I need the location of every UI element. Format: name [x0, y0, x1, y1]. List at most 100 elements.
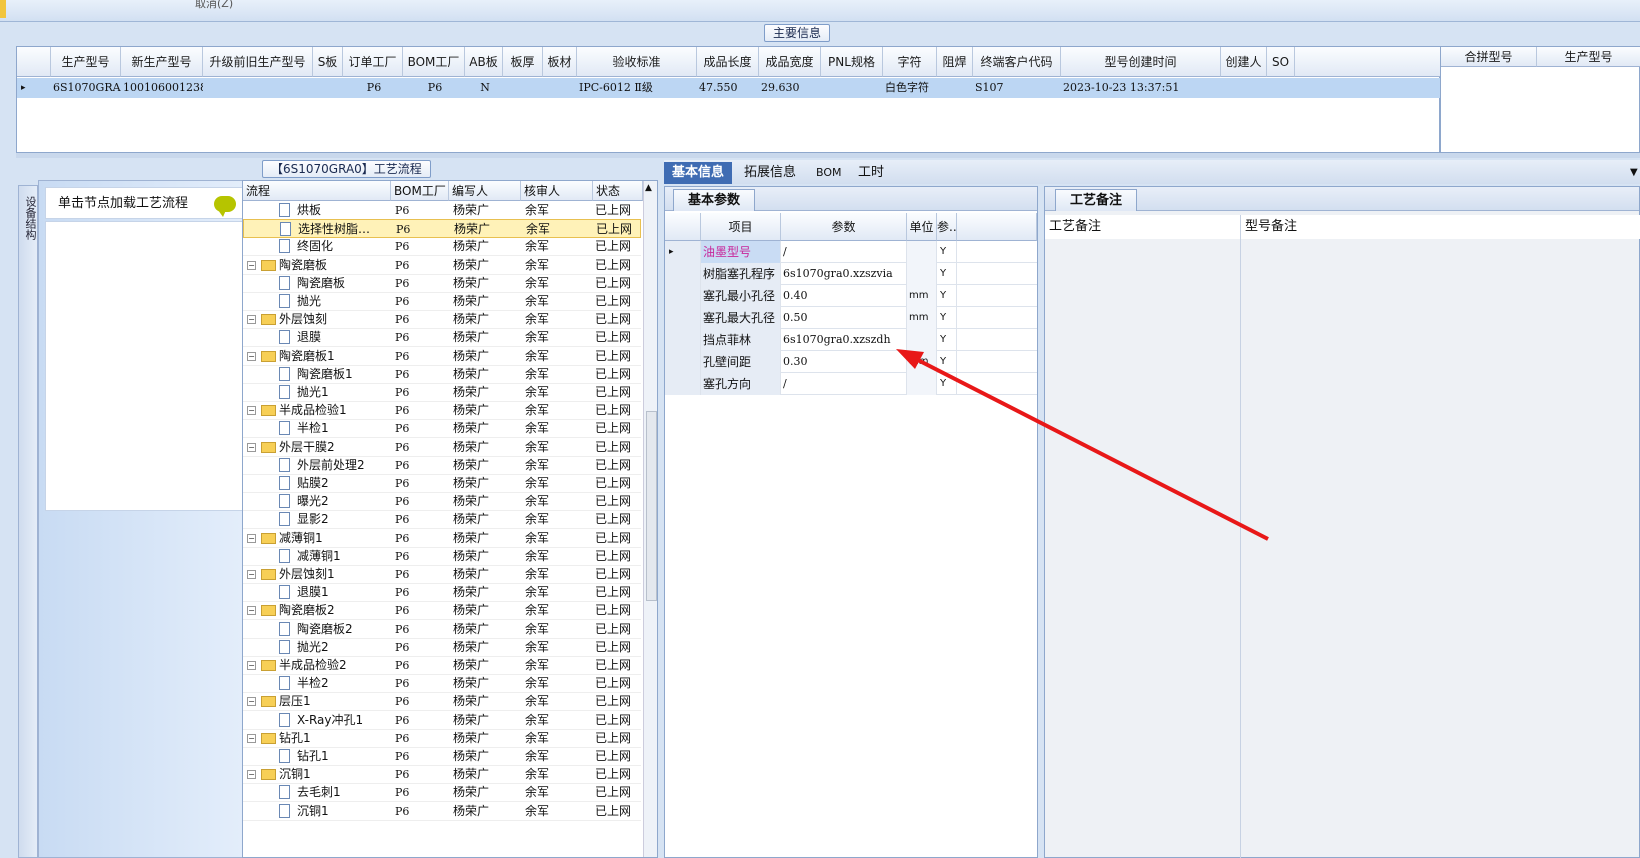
tree-node-name[interactable]: 选择性树脂… [298, 220, 392, 239]
tree-row[interactable]: 半检2 P6 杨荣广 余军 已上网 [243, 674, 641, 694]
col-header-7[interactable]: 板厚 [503, 47, 543, 77]
tree-row[interactable]: 钻孔1 P6 杨荣广 余军 已上网 [243, 747, 641, 766]
col-header-18[interactable]: SO [1267, 47, 1295, 77]
tree-scrollbar[interactable] [643, 181, 657, 857]
tree-node-name[interactable]: 抛光1 [297, 383, 391, 402]
collapse-icon[interactable]: − [247, 770, 256, 780]
param-value[interactable]: 0.30 [781, 351, 907, 373]
tree-row[interactable]: − 减薄铜1 P6 杨荣广 余军 已上网 [243, 529, 641, 548]
tree-row[interactable]: 曝光2 P6 杨荣广 余军 已上网 [243, 492, 641, 512]
tree-col-header-4[interactable]: 状态 [593, 181, 643, 201]
tree-row[interactable]: − 外层蚀刻1 P6 杨荣广 余军 已上网 [243, 565, 641, 584]
collapse-icon[interactable]: − [247, 697, 256, 707]
tree-node-name[interactable]: 减薄铜1 [297, 547, 391, 566]
tree-node-name[interactable]: 终固化 [297, 237, 391, 256]
vertical-tab[interactable]: 设备结构 [18, 185, 38, 858]
tree-node-name[interactable]: 外层干膜2 [279, 438, 391, 457]
cell-5[interactable]: P6 [405, 78, 465, 98]
col-header-14[interactable]: 阻焊 [937, 47, 973, 77]
node-list[interactable] [45, 221, 245, 511]
tree-node-name[interactable]: 去毛刺1 [297, 783, 391, 802]
collapse-icon[interactable]: − [247, 260, 256, 270]
param-value[interactable]: / [781, 241, 907, 263]
tree-row[interactable]: − 外层干膜2 P6 杨荣广 余军 已上网 [243, 438, 641, 457]
tree-node-name[interactable]: 半检2 [297, 674, 391, 693]
tree-node-name[interactable]: 陶瓷磨板1 [279, 347, 391, 366]
tree-row[interactable]: 外层前处理2 P6 杨荣广 余军 已上网 [243, 456, 641, 475]
params-col-header-0[interactable]: 项目 [701, 213, 781, 241]
tree-node-name[interactable]: 钻孔1 [297, 747, 391, 766]
tree-node-name[interactable]: X-Ray冲孔1 [297, 711, 391, 730]
collapse-icon[interactable]: − [247, 606, 256, 616]
tab-process-remark[interactable]: 工艺备注 [1055, 189, 1138, 211]
tree-row[interactable]: − 沉铜1 P6 杨荣广 余军 已上网 [243, 765, 641, 785]
tree-row[interactable]: 抛光 P6 杨荣广 余军 已上网 [243, 292, 641, 311]
col-header-2[interactable]: 升级前旧生产型号 [203, 47, 313, 77]
tree-node-name[interactable]: 半检1 [297, 419, 391, 438]
tree-row[interactable]: 陶瓷磨板1 P6 杨荣广 余军 已上网 [243, 365, 641, 384]
collapse-icon[interactable]: − [247, 315, 256, 325]
tree-node-name[interactable]: 显影2 [297, 510, 391, 529]
collapse-icon[interactable]: − [247, 442, 256, 452]
cell-11[interactable]: 29.630 [761, 78, 821, 98]
col-header-9[interactable]: 验收标准 [577, 47, 697, 77]
tab-work-hours[interactable]: 工时 [850, 162, 892, 184]
tab-menu-icon[interactable]: ▼ [1622, 162, 1640, 184]
collapse-icon[interactable]: − [247, 406, 256, 416]
col-header-6[interactable]: AB板 [465, 47, 503, 77]
tree-row[interactable]: − 钻孔1 P6 杨荣广 余军 已上网 [243, 729, 641, 748]
col-header-4[interactable]: 订单工厂 [343, 47, 403, 77]
tree-node-name[interactable]: 陶瓷磨板1 [297, 365, 391, 384]
tree-node-name[interactable]: 层压1 [279, 692, 391, 711]
tree-row[interactable]: − 外层蚀刻 P6 杨荣广 余军 已上网 [243, 310, 641, 330]
tree-row[interactable]: − 陶瓷磨板 P6 杨荣广 余军 已上网 [243, 256, 641, 275]
collapse-icon[interactable]: − [247, 661, 256, 670]
node-hint[interactable]: 单击节点加载工艺流程 [45, 187, 245, 219]
production-model-header[interactable]: 生产型号 [1537, 47, 1640, 67]
cell-16[interactable]: 2023-10-23 13:37:51 [1063, 78, 1221, 98]
tree-node-name[interactable]: 陶瓷磨板2 [279, 601, 391, 620]
tree-row[interactable]: 退膜 P6 杨荣广 余军 已上网 [243, 328, 641, 348]
tree-node-name[interactable]: 抛光2 [297, 638, 391, 657]
tree-col-header-2[interactable]: 编写人 [449, 181, 521, 201]
tab-basic-info[interactable]: 基本信息 [664, 162, 733, 184]
tree-row[interactable]: 抛光2 P6 杨荣广 余军 已上网 [243, 638, 641, 657]
params-row[interactable]: 树脂塞孔程序 6s1070gra0.xzszvia Y [665, 263, 1037, 285]
model-remark-area[interactable] [1241, 239, 1640, 858]
tree-node-name[interactable]: 半成品检验2 [279, 656, 391, 675]
tree-row[interactable]: − 陶瓷磨板2 P6 杨荣广 余军 已上网 [243, 601, 641, 621]
tree-row[interactable]: 抛光1 P6 杨荣广 余军 已上网 [243, 383, 641, 402]
cell-13[interactable]: 白色字符 [885, 78, 937, 98]
tree-row[interactable]: 选择性树脂… P6 杨荣广 余军 已上网 [243, 219, 641, 239]
col-header-1[interactable]: 新生产型号 [121, 47, 203, 77]
tab-extended-info[interactable]: 拓展信息 [736, 162, 804, 184]
tree-row[interactable]: 半检1 P6 杨荣广 余军 已上网 [243, 419, 641, 439]
params-row[interactable]: ▸ 油墨型号 / Y [665, 241, 1037, 263]
tree-row[interactable]: 终固化 P6 杨荣广 余军 已上网 [243, 237, 641, 257]
col-header-17[interactable]: 创建人 [1221, 47, 1267, 77]
col-header-12[interactable]: PNL规格 [821, 47, 883, 77]
scroll-thumb[interactable] [646, 411, 657, 601]
cell-4[interactable]: P6 [345, 78, 403, 98]
collapse-icon[interactable]: − [247, 570, 256, 579]
tree-row[interactable]: X-Ray冲孔1 P6 杨荣广 余军 已上网 [243, 711, 641, 730]
param-value[interactable]: 0.40 [781, 285, 907, 307]
scroll-up-icon[interactable]: ▲ [645, 183, 652, 193]
tree-row[interactable]: 去毛刺1 P6 杨荣广 余军 已上网 [243, 783, 641, 803]
tree-row[interactable]: 减薄铜1 P6 杨荣广 余军 已上网 [243, 547, 641, 566]
tree-node-name[interactable]: 陶瓷磨板 [279, 256, 391, 275]
merge-grid[interactable]: 合拼型号 生产型号 [1440, 46, 1640, 153]
tree-row[interactable]: 贴膜2 P6 杨荣广 余军 已上网 [243, 474, 641, 493]
params-row[interactable]: 塞孔最小孔径 0.40 mm Y [665, 285, 1037, 307]
cell-9[interactable]: IPC-6012 Ⅱ级 [579, 78, 697, 98]
tree-node-name[interactable]: 半成品检验1 [279, 401, 391, 420]
cancel-label-partial[interactable]: 取消(Z) [195, 0, 233, 11]
tree-node-name[interactable]: 外层蚀刻1 [279, 565, 391, 584]
cell-6[interactable]: N [467, 78, 503, 98]
merge-model-header[interactable]: 合拼型号 [1441, 47, 1537, 67]
tab-basic-params[interactable]: 基本参数 [673, 189, 756, 211]
collapse-icon[interactable]: − [247, 533, 256, 543]
tab-bom[interactable]: BOM [808, 162, 850, 184]
params-col-header-2[interactable]: 单位 [907, 213, 937, 241]
params-row[interactable]: 塞孔方向 / Y [665, 373, 1037, 395]
